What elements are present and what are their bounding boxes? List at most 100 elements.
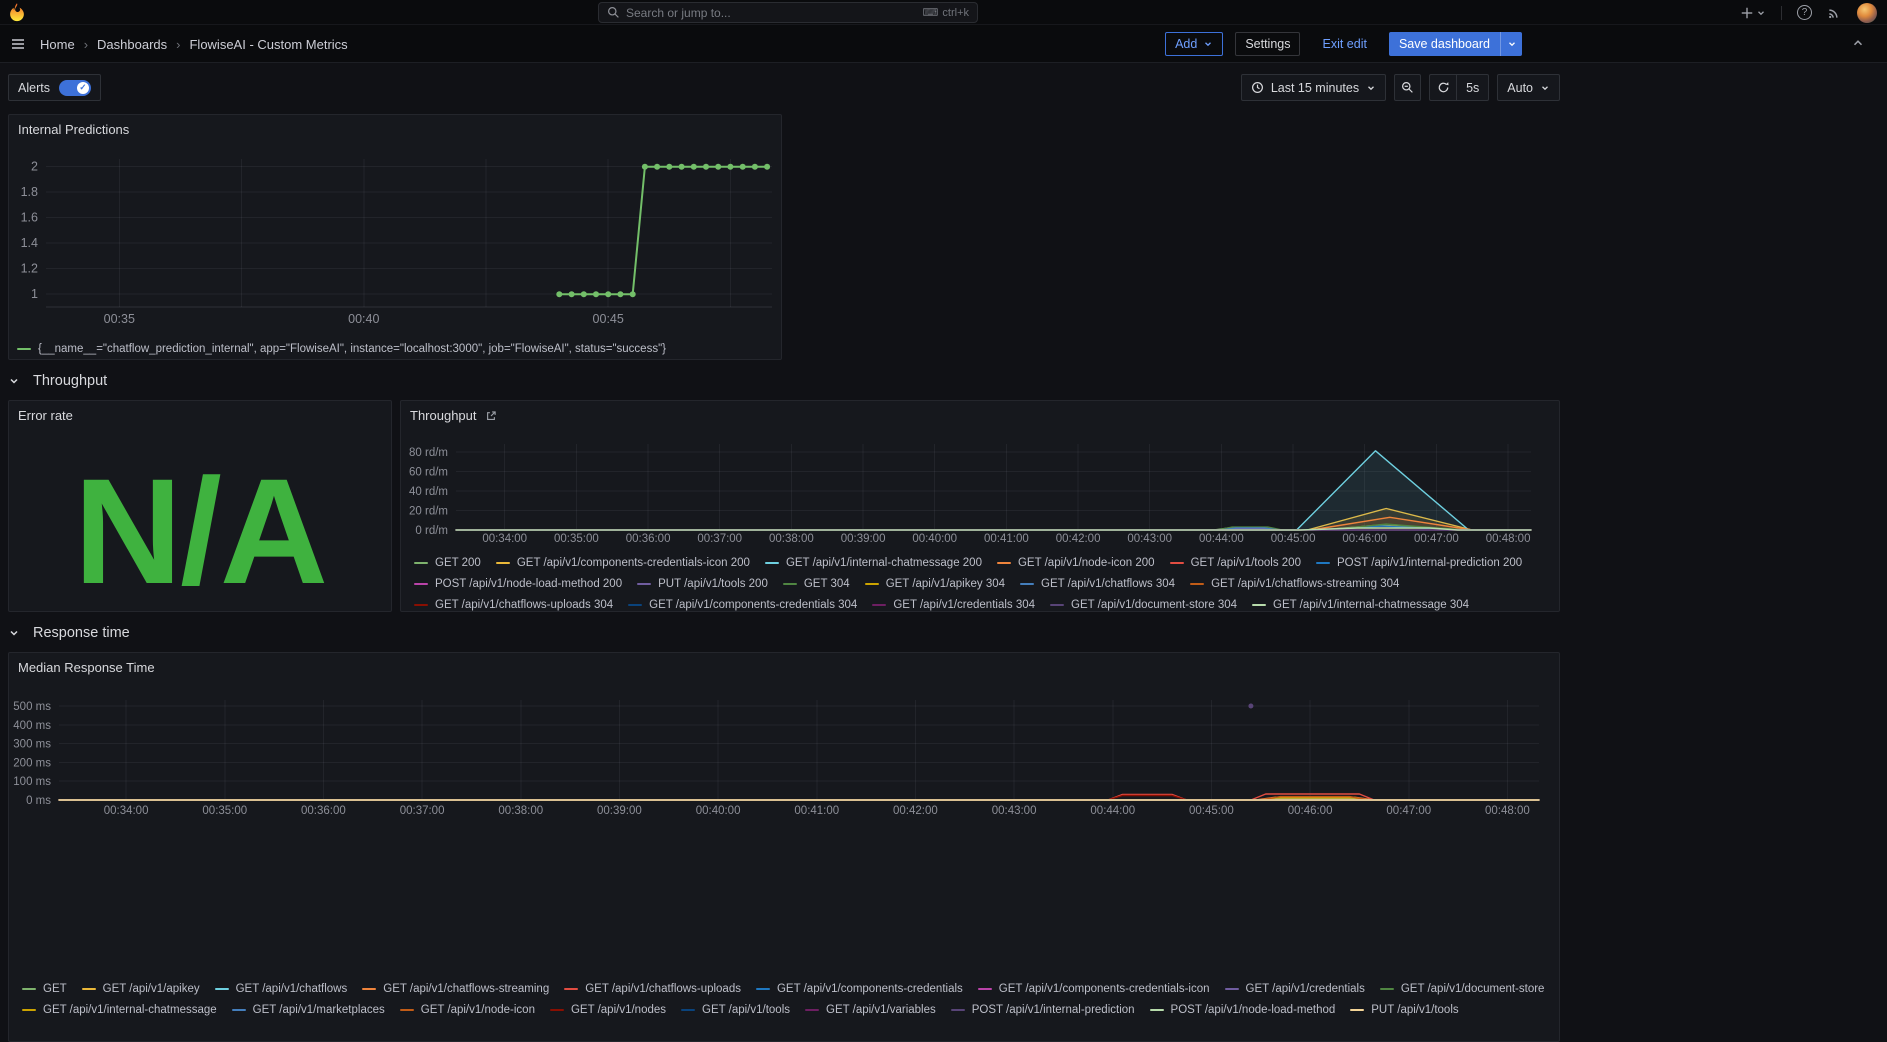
panel-title[interactable]: Throughput	[410, 408, 477, 423]
alerts-control[interactable]: Alerts ✓	[8, 74, 101, 101]
legend-item[interactable]: GET	[22, 983, 67, 995]
legend-swatch	[82, 988, 96, 991]
svg-text:00:48:00: 00:48:00	[1486, 533, 1531, 545]
legend-item[interactable]: POST /api/v1/internal-prediction	[951, 1004, 1135, 1016]
panel-title[interactable]: Internal Predictions	[18, 122, 129, 137]
auto-dropdown[interactable]: Auto	[1497, 74, 1560, 101]
legend-item[interactable]: GET 304	[783, 578, 850, 590]
legend-swatch	[1170, 562, 1184, 565]
refresh-button[interactable]	[1429, 74, 1456, 101]
legend-item[interactable]: {__name__="chatflow_prediction_internal"…	[17, 343, 666, 355]
section-response-time[interactable]: Response time	[8, 620, 1560, 646]
settings-button[interactable]: Settings	[1235, 32, 1300, 56]
legend-item[interactable]: GET /api/v1/tools	[681, 1004, 790, 1016]
legend-swatch	[400, 1009, 414, 1012]
dashboard-toolbar: Alerts ✓ Last 15 minutes	[0, 63, 1887, 109]
legend-item[interactable]: GET /api/v1/chatflows-streaming	[362, 983, 549, 995]
internal-predictions-chart[interactable]: 11.21.41.61.8200:3500:4000:45	[9, 151, 783, 351]
legend-item[interactable]: PUT /api/v1/tools	[1350, 1004, 1458, 1016]
svg-text:1.8: 1.8	[21, 185, 38, 199]
alerts-label: Alerts	[18, 81, 50, 95]
legend-swatch	[215, 988, 229, 991]
legend-item[interactable]: GET /api/v1/document-store 304	[1050, 599, 1237, 611]
exit-edit-button[interactable]: Exit edit	[1312, 32, 1376, 56]
legend-item[interactable]: GET /api/v1/nodes	[550, 1004, 666, 1016]
legend-item[interactable]: GET /api/v1/chatflows-uploads	[564, 983, 741, 995]
legend-item[interactable]: GET /api/v1/apikey	[82, 983, 200, 995]
search-bar[interactable]: ⌨ ctrl+k	[598, 2, 978, 23]
breadcrumb-dashboards[interactable]: Dashboards	[97, 37, 167, 52]
legend-row: GET /api/v1/internal-chatmessage GET /api…	[22, 1000, 1551, 1020]
legend-item[interactable]: GET /api/v1/credentials 304	[872, 599, 1035, 611]
legend-item[interactable]: GET /api/v1/credentials	[1225, 983, 1365, 995]
add-button[interactable]: Add	[1165, 32, 1223, 56]
legend-row: {__name__="chatflow_prediction_internal"…	[17, 339, 773, 359]
legend-item[interactable]: GET /api/v1/variables	[805, 1004, 936, 1016]
legend-item[interactable]: GET /api/v1/chatflows-uploads 304	[414, 599, 613, 611]
dashboard-actions: Add Settings Exit edit Save dashboard	[1165, 32, 1522, 56]
external-link-icon[interactable]	[485, 410, 497, 422]
chevron-down-icon	[8, 627, 20, 639]
collapse-toolbar-button[interactable]	[1851, 36, 1865, 53]
news-button[interactable]	[1827, 5, 1842, 20]
median-response-chart[interactable]: 0 ms100 ms200 ms300 ms400 ms500 ms00:34:…	[9, 689, 1561, 829]
svg-text:00:35: 00:35	[104, 312, 135, 326]
zoom-out-button[interactable]	[1394, 74, 1421, 101]
grafana-logo[interactable]	[7, 2, 27, 22]
legend-item[interactable]: GET /api/v1/chatflows	[215, 983, 348, 995]
svg-text:00:44:00: 00:44:00	[1090, 805, 1135, 817]
search-input[interactable]	[626, 6, 917, 20]
legend-item[interactable]: GET /api/v1/node-icon	[400, 1004, 535, 1016]
legend-item[interactable]: GET /api/v1/tools 200	[1170, 557, 1301, 569]
refresh-interval-button[interactable]: 5s	[1456, 74, 1489, 101]
legend-item[interactable]: GET /api/v1/internal-chatmessage 304	[1252, 599, 1469, 611]
panel-internal-predictions: Internal Predictions 11.21.41.61.8200:35…	[8, 114, 782, 360]
legend-item[interactable]: GET /api/v1/components-credentials 304	[628, 599, 857, 611]
help-button[interactable]: ?	[1797, 5, 1812, 20]
svg-text:300 ms: 300 ms	[13, 739, 51, 751]
legend-item[interactable]: GET 200	[414, 557, 481, 569]
section-throughput[interactable]: Throughput	[8, 368, 1560, 394]
save-dashboard-caret[interactable]	[1500, 32, 1522, 56]
legend-item[interactable]: GET /api/v1/node-icon 200	[997, 557, 1155, 569]
svg-text:00:45:00: 00:45:00	[1271, 533, 1316, 545]
svg-text:00:46:00: 00:46:00	[1342, 533, 1387, 545]
time-range-picker[interactable]: Last 15 minutes	[1241, 74, 1386, 101]
legend-item[interactable]: POST /api/v1/node-load-method	[1150, 1004, 1336, 1016]
mega-menu-button[interactable]	[10, 36, 26, 55]
legend-item[interactable]: POST /api/v1/node-load-method 200	[414, 578, 622, 590]
chevron-down-icon	[1540, 83, 1550, 93]
panel-throughput: Throughput 0 rd/m20 rd/m40 rd/m60 rd/m80…	[400, 400, 1560, 612]
legend-item[interactable]: GET /api/v1/components-credentials-icon	[978, 983, 1210, 995]
legend-item[interactable]: GET /api/v1/internal-chatmessage	[22, 1004, 217, 1016]
legend-label: GET /api/v1/internal-chatmessage 200	[786, 557, 982, 569]
svg-text:00:47:00: 00:47:00	[1414, 533, 1459, 545]
legend-item[interactable]: GET /api/v1/marketplaces	[232, 1004, 385, 1016]
add-menu-button[interactable]	[1740, 6, 1766, 20]
chevron-down-icon	[1203, 39, 1213, 49]
alerts-toggle[interactable]: ✓	[59, 80, 91, 96]
legend-item[interactable]: GET /api/v1/apikey 304	[865, 578, 1005, 590]
panel-title[interactable]: Median Response Time	[18, 660, 155, 675]
legend-item[interactable]: GET /api/v1/chatflows 304	[1020, 578, 1175, 590]
panel-title[interactable]: Error rate	[18, 408, 73, 423]
svg-text:80 rd/m: 80 rd/m	[409, 447, 448, 459]
section-title: Response time	[33, 625, 130, 641]
legend-item[interactable]: POST /api/v1/internal-prediction 200	[1316, 557, 1522, 569]
throughput-chart[interactable]: 0 rd/m20 rd/m40 rd/m60 rd/m80 rd/m00:34:…	[401, 437, 1561, 549]
legend-item[interactable]: PUT /api/v1/tools 200	[637, 578, 768, 590]
user-avatar[interactable]	[1857, 3, 1877, 23]
save-dashboard-button[interactable]: Save dashboard	[1389, 32, 1500, 56]
legend-swatch	[978, 988, 992, 991]
breadcrumb-home[interactable]: Home	[40, 37, 75, 52]
legend-item[interactable]: GET /api/v1/chatflows-streaming 304	[1190, 578, 1399, 590]
breadcrumb-bar: Home › Dashboards › FlowiseAI - Custom M…	[0, 25, 1887, 63]
legend-label: GET /api/v1/chatflows 304	[1041, 578, 1175, 590]
legend-item[interactable]: GET /api/v1/internal-chatmessage 200	[765, 557, 982, 569]
legend-item[interactable]: GET /api/v1/components-credentials-icon …	[496, 557, 750, 569]
legend-swatch	[681, 1009, 695, 1012]
legend-label: GET /api/v1/components-credentials	[777, 983, 963, 995]
legend-item[interactable]: GET /api/v1/document-store	[1380, 983, 1545, 995]
legend-swatch	[1252, 604, 1266, 607]
legend-item[interactable]: GET /api/v1/components-credentials	[756, 983, 963, 995]
